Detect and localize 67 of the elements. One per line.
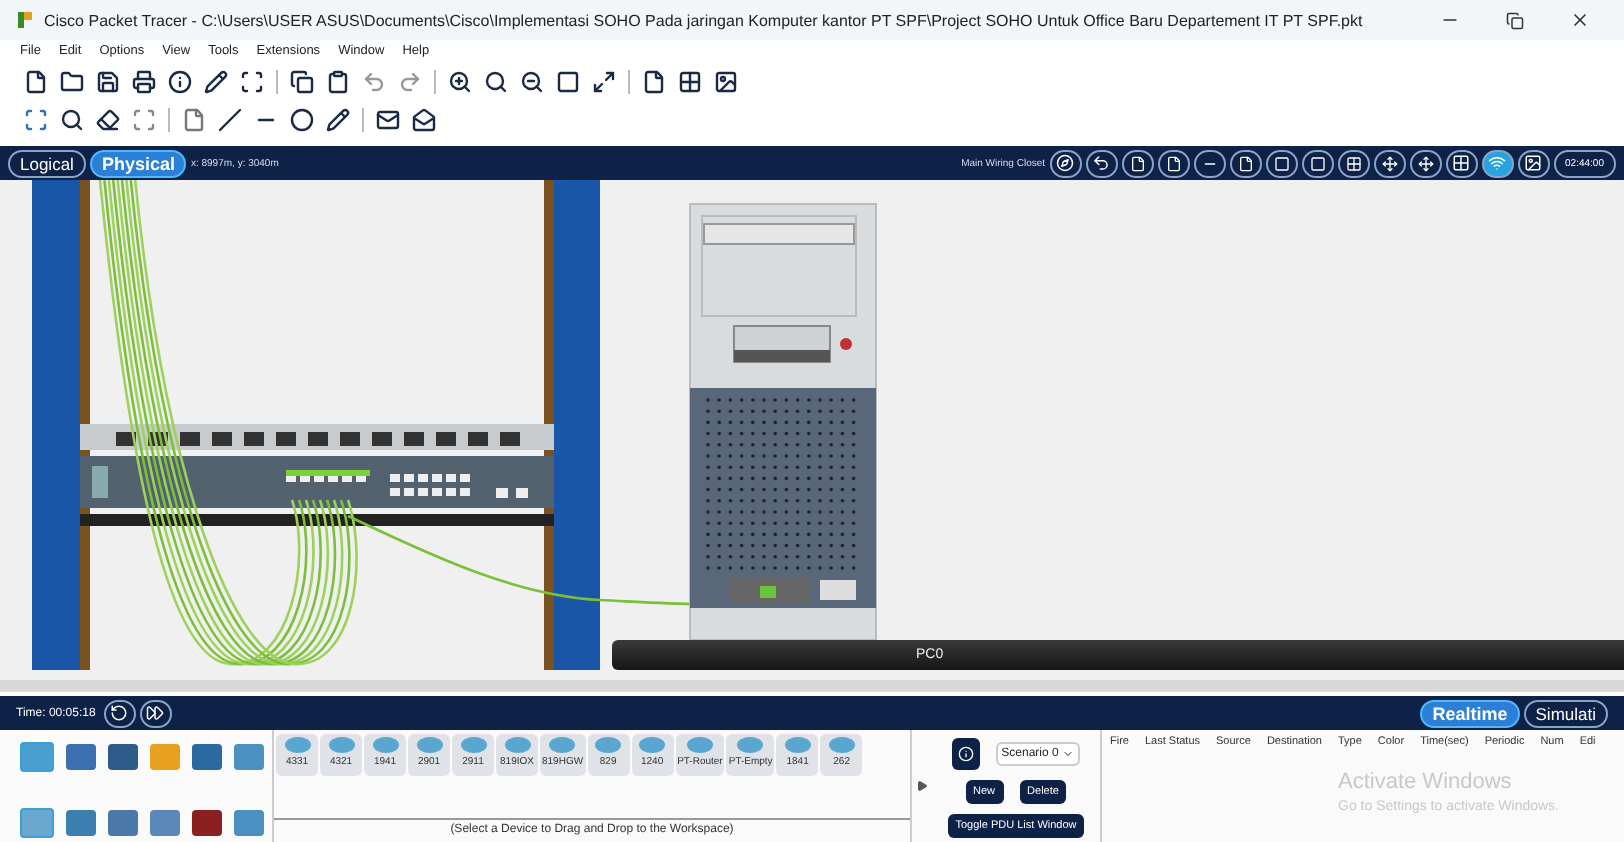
paste-icon[interactable] — [326, 69, 350, 93]
reset-icon[interactable] — [103, 699, 136, 727]
print-icon[interactable] — [132, 69, 156, 93]
note-icon[interactable] — [182, 107, 206, 131]
info-icon[interactable] — [168, 69, 192, 93]
router-icon — [594, 736, 623, 754]
toolbar-icon[interactable] — [1193, 149, 1226, 177]
folder-icon[interactable] — [60, 69, 84, 93]
select-icon[interactable] — [24, 107, 48, 131]
zoom-in-icon[interactable] — [448, 69, 472, 93]
scan-icon[interactable] — [240, 69, 264, 93]
toolbar-icon[interactable] — [1301, 149, 1334, 177]
router-icon — [638, 736, 667, 754]
redo-icon[interactable] — [398, 69, 422, 93]
restore-icon[interactable] — [1506, 11, 1524, 29]
simple-pdu-icon[interactable] — [376, 107, 400, 131]
toolbar-icon[interactable] — [1229, 149, 1262, 177]
router-icon — [415, 736, 443, 754]
view-tab[interactable]: Physical — [89, 149, 187, 177]
document-icon[interactable] — [642, 69, 666, 93]
window-icon[interactable] — [592, 69, 616, 93]
window-title: Cisco Packet Tracer - C:\Users\USER ASUS\Documents\Cisco\Implementasi SOHO Pada jaringan Komputer kantor PT SPF\Project SOHO Untuk Office Baru Departement IT PT SPF.pkt — [44, 11, 1365, 29]
zoom-out-icon[interactable] — [520, 69, 544, 93]
router-icon — [685, 736, 714, 754]
close-icon[interactable] — [1570, 10, 1590, 30]
search-icon[interactable] — [60, 107, 84, 131]
router-icon — [548, 736, 577, 754]
image-icon[interactable] — [714, 69, 738, 93]
freeform-icon[interactable] — [326, 107, 350, 131]
router-icon — [371, 736, 399, 754]
toolbar-icon[interactable] — [1265, 149, 1298, 177]
line-icon[interactable] — [218, 107, 242, 131]
rectangle-icon[interactable] — [556, 69, 580, 93]
router-icon — [283, 736, 311, 754]
new-file-icon[interactable] — [24, 69, 48, 93]
ellipse-icon[interactable] — [290, 107, 314, 131]
toolbar-icon[interactable] — [1157, 149, 1190, 177]
router-icon — [827, 736, 856, 754]
router-icon — [783, 736, 812, 754]
grid-icon[interactable] — [1445, 149, 1478, 177]
pencil-icon[interactable] — [204, 69, 228, 93]
save-icon[interactable] — [96, 69, 120, 93]
router-icon — [736, 736, 765, 754]
copy-icon[interactable] — [290, 69, 314, 93]
chevron-down-icon — [1062, 748, 1075, 760]
mode-tab[interactable]: Simulati — [1523, 699, 1608, 727]
image-icon[interactable] — [1517, 149, 1550, 177]
undo-icon[interactable] — [362, 69, 386, 93]
expand-icon[interactable] — [916, 780, 928, 792]
router-icon — [459, 736, 487, 754]
wifi-icon[interactable] — [1481, 149, 1514, 177]
delete-icon[interactable] — [96, 107, 120, 131]
mode-tab[interactable]: Realtime — [1420, 699, 1520, 727]
resize-icon[interactable] — [132, 107, 156, 131]
router-icon — [503, 736, 531, 754]
app-icon — [16, 10, 34, 30]
fast-forward-icon[interactable] — [139, 699, 172, 727]
complex-pdu-icon[interactable] — [412, 107, 436, 131]
toolbar-icon[interactable] — [1337, 149, 1370, 177]
zoom-reset-icon[interactable] — [484, 69, 508, 93]
compass-icon[interactable] — [1049, 149, 1082, 177]
toolbar-icon[interactable] — [1373, 149, 1406, 177]
view-tab[interactable]: Logical — [8, 149, 86, 177]
toolbar-icon[interactable] — [1409, 149, 1442, 177]
router-icon — [327, 736, 355, 754]
toolbar-icon[interactable] — [1121, 149, 1154, 177]
back-icon[interactable] — [1085, 149, 1118, 177]
